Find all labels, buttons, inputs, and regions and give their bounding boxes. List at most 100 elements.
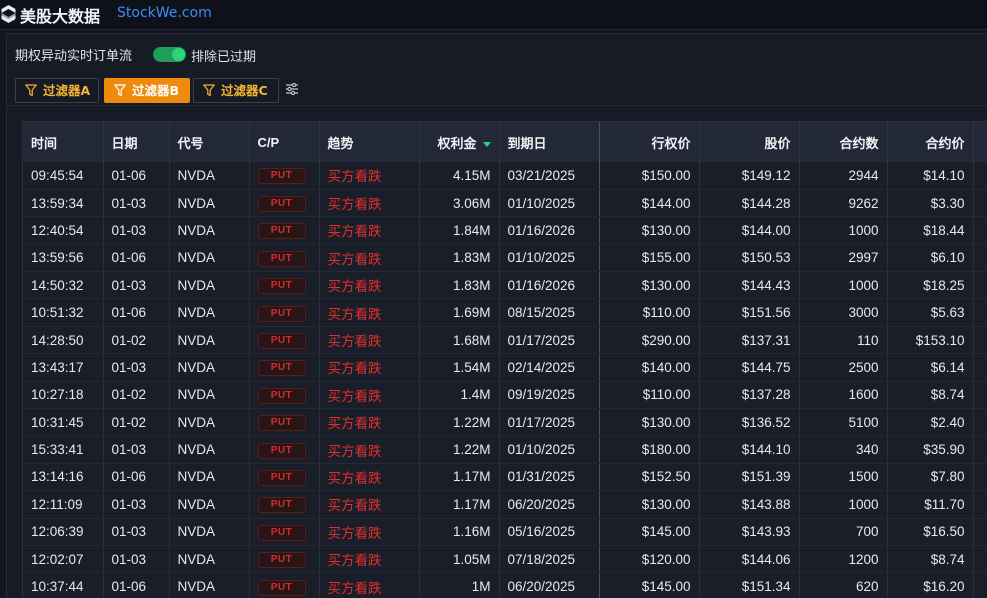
- column-header-date[interactable]: 日期: [103, 122, 170, 162]
- table-row[interactable]: 13:43:17 01-03 NVDA PUT 买方看跌 1.54M 02/14/2025 $…: [23, 353, 987, 382]
- expiry-cell: 01/10/2025: [499, 244, 600, 273]
- contract-price-cell: $8.74: [887, 381, 974, 410]
- contracts-cell: 2500: [799, 353, 888, 382]
- column-header-symbol[interactable]: 代号: [169, 122, 250, 162]
- stock-price-cell: $137.31: [699, 326, 800, 355]
- cp-cell: PUT: [249, 353, 320, 382]
- stock-price-cell: $143.88: [699, 490, 800, 519]
- strike-cell: $110.00: [599, 298, 700, 327]
- contract-price-cell: $153.10: [887, 326, 974, 355]
- trend-cell: 买方看跌: [319, 572, 420, 598]
- table-row[interactable]: 09:45:54 01-06 NVDA PUT 买方看跌 4.15M 03/21/2025 $…: [23, 162, 987, 190]
- sliders-settings-icon[interactable]: [285, 82, 299, 96]
- cp-cell: PUT: [249, 189, 320, 218]
- filter-b-button[interactable]: 过滤器B: [104, 78, 190, 103]
- contract-price-cell: $3.30: [887, 189, 974, 218]
- table-row[interactable]: 15:33:41 01-03 NVDA PUT 买方看跌 1.22M 01/10/2025 $…: [23, 435, 987, 464]
- time-cell: 15:33:41: [23, 435, 104, 464]
- table-row[interactable]: 12:40:54 01-03 NVDA PUT 买方看跌 1.84M 01/16/2026 $…: [23, 216, 987, 245]
- premium-cell: 4.15M: [419, 162, 500, 190]
- brand-site-link[interactable]: StockWe.com: [117, 5, 212, 21]
- date-cell: 01-03: [103, 271, 170, 300]
- contracts-cell: 700: [799, 518, 888, 546]
- cp-cell: PUT: [249, 216, 320, 245]
- contracts-cell: 9262: [799, 189, 888, 218]
- contract-price-cell: $2.40: [887, 408, 974, 437]
- overflow-cell: [973, 572, 987, 598]
- table-header-row: 时间 日期 代号 C/P 趋势 权利金 到期日 行权价 股价 合约数 合约价: [23, 122, 987, 162]
- strike-cell: $130.00: [599, 490, 700, 519]
- time-cell: 10:37:44: [23, 572, 104, 598]
- date-cell: 01-03: [103, 490, 170, 519]
- filter-c-button[interactable]: 过滤器C: [193, 78, 279, 103]
- symbol-cell: NVDA: [169, 298, 250, 327]
- table-row[interactable]: 13:59:56 01-06 NVDA PUT 买方看跌 1.83M 01/10/2025 $…: [23, 244, 987, 273]
- put-badge: PUT: [257, 223, 306, 240]
- table-row[interactable]: 12:02:07 01-03 NVDA PUT 买方看跌 1.05M 07/18/2025 $…: [23, 545, 987, 574]
- contracts-cell: 1500: [799, 463, 888, 492]
- time-cell: 12:11:09: [23, 490, 104, 519]
- symbol-cell: NVDA: [169, 381, 250, 410]
- column-header-strike[interactable]: 行权价: [599, 122, 700, 162]
- date-cell: 01-06: [103, 244, 170, 273]
- trend-cell: 买方看跌: [319, 408, 420, 437]
- contract-price-cell: $7.80: [887, 463, 974, 492]
- column-header-premium[interactable]: 权利金: [419, 122, 500, 162]
- table-row[interactable]: 13:14:16 01-06 NVDA PUT 买方看跌 1.17M 01/31/2025 $…: [23, 463, 987, 492]
- contracts-cell: 620: [799, 572, 888, 598]
- order-flow-table-container[interactable]: 时间 日期 代号 C/P 趋势 权利金 到期日 行权价 股价 合约数 合约价 0…: [22, 121, 987, 598]
- put-badge: PUT: [257, 168, 306, 185]
- date-cell: 01-06: [103, 463, 170, 492]
- table-row[interactable]: 13:59:34 01-03 NVDA PUT 买方看跌 3.06M 01/10/2025 $…: [23, 189, 987, 218]
- put-badge: PUT: [257, 497, 306, 514]
- strike-cell: $144.00: [599, 189, 700, 218]
- premium-cell: 1.54M: [419, 353, 500, 382]
- column-header-contract-price[interactable]: 合约价: [887, 122, 974, 162]
- contract-price-cell: $8.74: [887, 545, 974, 574]
- contract-price-cell: $5.63: [887, 298, 974, 327]
- toolbar-divider: [6, 105, 987, 106]
- column-header-time[interactable]: 时间: [23, 122, 104, 162]
- put-badge: PUT: [257, 196, 306, 213]
- column-header-contracts[interactable]: 合约数: [799, 122, 888, 162]
- filter-icon: [114, 84, 126, 97]
- overflow-cell: [973, 463, 987, 492]
- exclude-expired-toggle[interactable]: [153, 47, 186, 62]
- symbol-cell: NVDA: [169, 463, 250, 492]
- premium-cell: 1.16M: [419, 518, 500, 546]
- column-header-expiry[interactable]: 到期日: [499, 122, 600, 162]
- contract-price-cell: $35.90: [887, 435, 974, 464]
- filter-a-button[interactable]: 过滤器A: [15, 78, 99, 103]
- table-row[interactable]: 10:27:18 01-02 NVDA PUT 买方看跌 1.4M 09/19/2025 $1…: [23, 381, 987, 410]
- overflow-cell: [973, 271, 987, 300]
- table-row[interactable]: 10:31:45 01-02 NVDA PUT 买方看跌 1.22M 01/17/2025 $…: [23, 408, 987, 437]
- column-header-call-put[interactable]: C/P: [249, 122, 320, 162]
- expiry-cell: 01/17/2025: [499, 326, 600, 355]
- filter-a-label: 过滤器A: [43, 83, 91, 98]
- symbol-cell: NVDA: [169, 244, 250, 273]
- table-row[interactable]: 12:11:09 01-03 NVDA PUT 买方看跌 1.17M 06/20/2025 $…: [23, 490, 987, 519]
- stock-price-cell: $144.43: [699, 271, 800, 300]
- date-cell: 01-03: [103, 216, 170, 245]
- contract-price-cell: $6.14: [887, 353, 974, 382]
- symbol-cell: NVDA: [169, 545, 250, 574]
- column-header-trend[interactable]: 趋势: [319, 122, 420, 162]
- cp-cell: PUT: [249, 490, 320, 519]
- contracts-cell: 5100: [799, 408, 888, 437]
- exclude-expired-label: 排除已过期: [191, 50, 257, 65]
- strike-cell: $145.00: [599, 518, 700, 546]
- table-row[interactable]: 14:28:50 01-02 NVDA PUT 买方看跌 1.68M 01/17/2025 $…: [23, 326, 987, 355]
- date-cell: 01-03: [103, 518, 170, 546]
- strike-cell: $140.00: [599, 353, 700, 382]
- strike-cell: $155.00: [599, 244, 700, 273]
- column-header-stock-price[interactable]: 股价: [699, 122, 800, 162]
- time-cell: 12:02:07: [23, 545, 104, 574]
- table-row[interactable]: 10:37:44 01-06 NVDA PUT 买方看跌 1M 06/20/2025 $145…: [23, 572, 987, 598]
- cp-cell: PUT: [249, 162, 320, 190]
- cp-cell: PUT: [249, 463, 320, 492]
- symbol-cell: NVDA: [169, 435, 250, 464]
- put-badge: PUT: [257, 579, 306, 596]
- table-row[interactable]: 10:51:32 01-06 NVDA PUT 买方看跌 1.69M 08/15/2025 $…: [23, 298, 987, 327]
- table-row[interactable]: 12:06:39 01-03 NVDA PUT 买方看跌 1.16M 05/16/2025 $…: [23, 518, 987, 546]
- table-row[interactable]: 14:50:32 01-03 NVDA PUT 买方看跌 1.83M 01/16/2026 $…: [23, 271, 987, 300]
